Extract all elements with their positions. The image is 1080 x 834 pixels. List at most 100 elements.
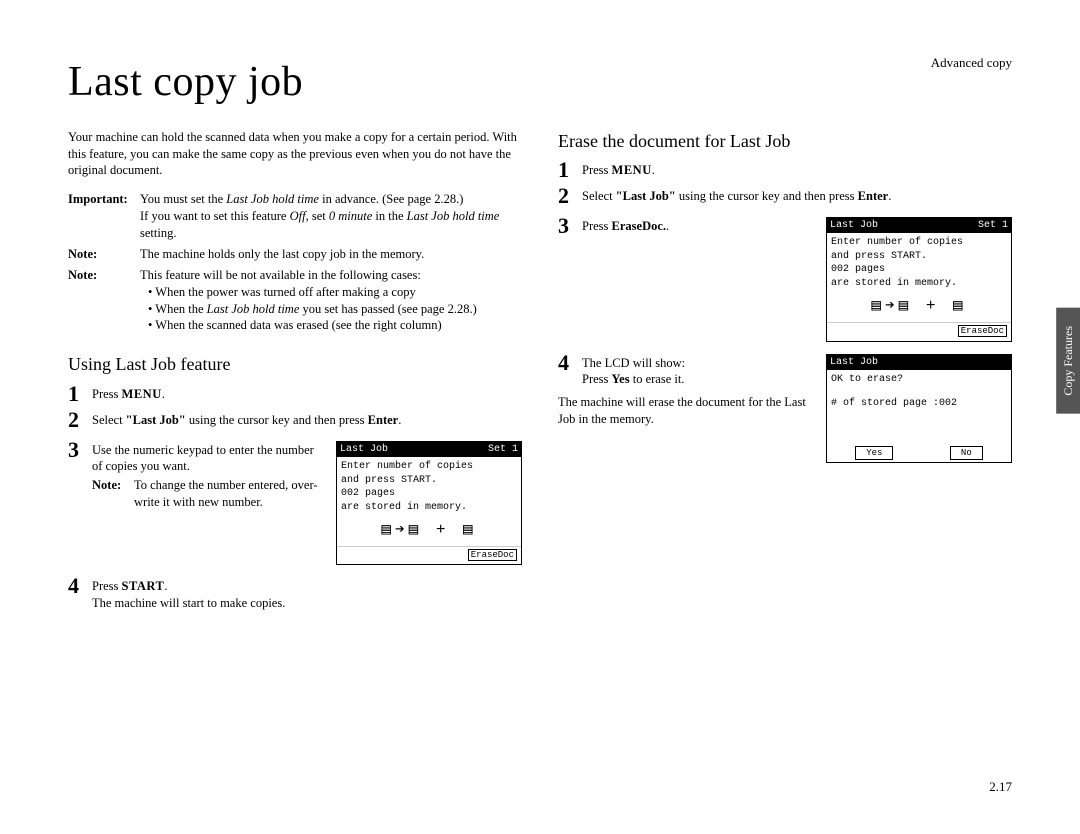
t: . [164,579,167,593]
section-using-last-job: Using Last Job feature [68,352,522,376]
step-number: 1 [558,159,582,181]
t: Off [290,209,306,223]
step-number: 4 [558,352,582,374]
note-2: Note: This feature will be not available… [68,267,522,335]
t: MENU [612,163,652,177]
t: . [162,387,165,401]
t: LCD [605,356,630,370]
step-body: The LCD will show: Press Yes to erase it… [582,352,816,389]
t: Use the numeric keypad to enter the numb… [92,443,314,474]
note-label: Note: [92,477,134,511]
right-column: Erase the document for Last Job 1 Press … [558,129,1012,616]
lcd-line: OK to erase? [831,373,1007,387]
r-step-3: 3 Press EraseDoc.. [558,215,816,237]
note-text: To change the number entered, over-write… [134,477,326,511]
lcd-line: and press START. [341,474,517,488]
lcd-icons: ▤➔▤ + ▤ [341,514,517,544]
step-number: 4 [68,575,92,597]
t: Select [92,413,126,427]
important-note: Important: You must set the Last Job hol… [68,191,522,242]
lcd-body: Enter number of copies and press START. … [827,233,1011,322]
lcd-title: Last Job [830,219,878,233]
lcd-title: Last Job [830,356,878,370]
lcd-line: are stored in memory. [341,501,517,515]
lcd-softkey: EraseDoc [958,325,1007,337]
step-3-note: Note: To change the number entered, over… [92,477,326,511]
bullet: When the Last Job hold time you set has … [140,302,477,316]
step-number: 3 [558,215,582,237]
important-label: Important: [68,191,140,242]
t: . [652,163,655,177]
t: . [888,189,891,203]
lcd-line: Enter number of copies [831,236,1007,250]
bullet: When the power was turned off after maki… [140,285,416,299]
step-2: 2 Select "Last Job" using the cursor key… [68,409,522,431]
t: The machine will start to make copies. [92,596,285,610]
t: setting. [140,226,176,240]
note-text: This feature will be not available in th… [140,267,522,335]
step-body: Select "Last Job" using the cursor key a… [582,185,1012,205]
step-body: Press START. The machine will start to m… [92,575,522,612]
step-number: 3 [68,439,92,461]
left-column: Your machine can hold the scanned data w… [68,129,522,616]
t: in the [372,209,406,223]
lcd-softkey-no: No [950,446,983,460]
t: , set [306,209,329,223]
r-step-1: 1 Press MENU. [558,159,1012,181]
t: Last Job hold time [207,302,300,316]
t: Select [582,189,616,203]
t: Press [92,387,122,401]
r-step-4: 4 The LCD will show: Press Yes to erase … [558,352,816,389]
note-text: The machine holds only the last copy job… [140,246,522,263]
lcd-icons: ▤➔▤ + ▤ [831,290,1007,320]
t: This feature will be not available in th… [140,268,421,282]
note-1: Note: The machine holds only the last co… [68,246,522,263]
t: Yes [612,372,630,386]
t: Press [92,579,122,593]
lcd-body: OK to erase? # of stored page :002 [827,370,1011,440]
step-number: 1 [68,383,92,405]
erase-tail: The machine will erase the document for … [558,394,816,428]
section-erase-document: Erase the document for Last Job [558,129,1012,153]
step-3: 3 Use the numeric keypad to enter the nu… [68,439,326,512]
lcd-body: Enter number of copies and press START. … [337,457,521,546]
step-body: Press MENU. [92,383,522,403]
t: Press [582,219,612,233]
t: "Last Job" [616,189,676,203]
step-number: 2 [68,409,92,431]
t: Press [582,372,612,386]
step-4: 4 Press START. The machine will start to… [68,575,522,612]
t: Enter [368,413,399,427]
lcd-line: 002 pages [831,263,1007,277]
r-step-2: 2 Select "Last Job" using the cursor key… [558,185,1012,207]
step-body: Press MENU. [582,159,1012,179]
t: you set has passed (see page 2.28.) [299,302,476,316]
step-number: 2 [558,185,582,207]
step-body: Press EraseDoc.. [582,215,816,235]
intro-text: Your machine can hold the scanned data w… [68,129,522,180]
t: using the cursor key and then press [676,189,858,203]
note-label: Note: [68,267,140,335]
t: Last Job hold time [226,192,319,206]
lcd-screenshot-1: Last JobSet 1 Enter number of copies and… [336,441,522,566]
t: 0 minute [329,209,372,223]
lcd-line: # of stored page :002 [831,397,1007,411]
t: "Last Job" [126,413,186,427]
t: Last Job hold time [407,209,500,223]
side-tab: Copy Features [1056,308,1080,414]
t: When the [155,302,206,316]
t: using the cursor key and then press [186,413,368,427]
lcd-line: and press START. [831,250,1007,264]
lcd-set: Set 1 [488,443,518,457]
lcd-line: are stored in memory. [831,277,1007,291]
t: . [666,219,669,233]
t: If you want to set this feature [140,209,290,223]
page-title: Last copy job [68,54,1012,111]
t: . [398,413,401,427]
t: in advance. (See page 2.28.) [319,192,463,206]
lcd-screenshot-3: Last Job OK to erase? # of stored page :… [826,354,1012,464]
t: START [122,579,165,593]
lcd-softkey-yes: Yes [855,446,893,460]
step-body: Use the numeric keypad to enter the numb… [92,439,326,512]
t: Enter [858,189,889,203]
